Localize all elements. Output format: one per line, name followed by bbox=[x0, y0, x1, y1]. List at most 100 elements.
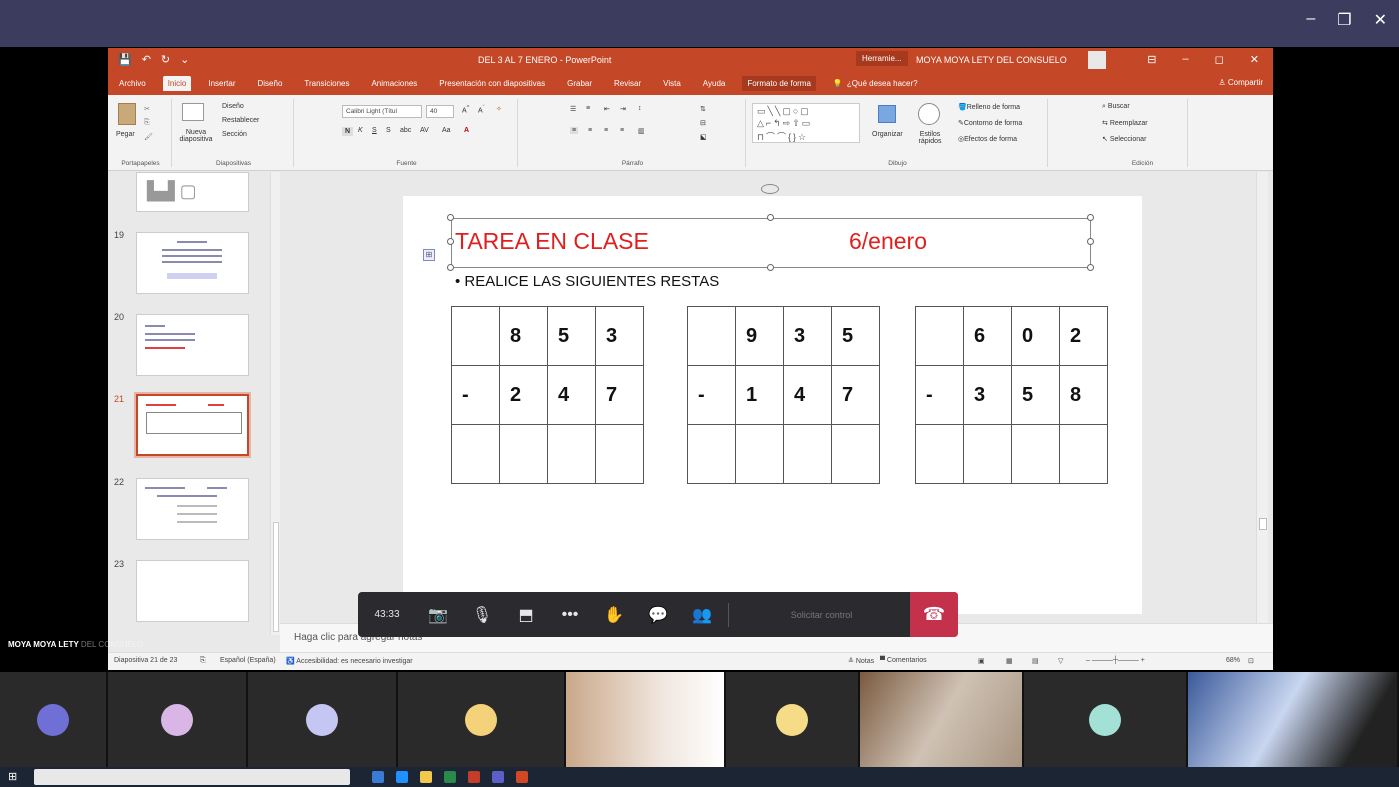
close-button[interactable]: ✕ bbox=[1374, 10, 1387, 30]
strikethrough-icon[interactable]: abc bbox=[400, 127, 411, 134]
resize-handle[interactable] bbox=[447, 264, 454, 271]
participant-video-tile[interactable] bbox=[860, 672, 1024, 767]
tab-ayuda[interactable]: Ayuda bbox=[698, 76, 731, 91]
comments-toggle[interactable]: ▀ Comentarios bbox=[880, 657, 927, 664]
minimize-button[interactable]: – bbox=[1306, 10, 1315, 30]
participant-tile[interactable] bbox=[726, 672, 860, 767]
zoom-slider[interactable]: – ———┼——— + bbox=[1086, 657, 1145, 664]
tab-presentacion[interactable]: Presentación con diapositivas bbox=[434, 76, 550, 91]
font-name-select[interactable]: Calibri Light (Títul bbox=[342, 105, 422, 118]
resize-handle[interactable] bbox=[767, 264, 774, 271]
tab-diseno[interactable]: Diseño bbox=[253, 76, 288, 91]
new-slide-button[interactable]: Nueva diapositiva bbox=[176, 129, 216, 143]
camera-off-icon[interactable]: 📷 bbox=[416, 605, 460, 625]
quick-styles-icon[interactable] bbox=[918, 103, 940, 125]
teams-icon[interactable] bbox=[492, 771, 504, 783]
more-icon[interactable]: ••• bbox=[548, 606, 592, 624]
shape-effects-button[interactable]: ◎Efectos de forma bbox=[958, 135, 1017, 143]
hangup-icon[interactable]: ☎ bbox=[910, 592, 958, 637]
resize-handle[interactable] bbox=[1087, 264, 1094, 271]
customize-qa-icon[interactable]: ⌄ bbox=[180, 53, 189, 66]
undo-icon[interactable]: ↶ bbox=[142, 53, 151, 66]
scrollbar-thumb[interactable] bbox=[273, 522, 279, 632]
clear-format-icon[interactable]: ✧ bbox=[496, 105, 502, 113]
font-size-select[interactable]: 40 bbox=[426, 105, 454, 118]
thumbnail-21-selected[interactable] bbox=[134, 392, 251, 458]
shapes-row-3-icon[interactable]: ⊓⌒⌒{}☆ bbox=[757, 130, 808, 143]
tell-me-search[interactable]: 💡 ¿Qué desea hacer? bbox=[828, 76, 923, 91]
outdent-icon[interactable]: ⇥ bbox=[620, 105, 626, 113]
spacing-icon[interactable]: AV bbox=[420, 127, 429, 134]
resize-handle[interactable] bbox=[447, 214, 454, 221]
copy-icon[interactable]: ⎘ bbox=[144, 119, 150, 127]
rotate-handle-icon[interactable] bbox=[761, 184, 779, 194]
resize-handle[interactable] bbox=[1087, 238, 1094, 245]
paste-icon[interactable] bbox=[118, 103, 136, 125]
task-view-icon[interactable] bbox=[372, 771, 384, 783]
share-button[interactable]: ♙ Compartir bbox=[1218, 78, 1263, 87]
ppt-restore-button[interactable]: ◻ bbox=[1215, 53, 1224, 66]
taskbar-search-input[interactable] bbox=[34, 769, 350, 785]
layout-button[interactable]: Diseño bbox=[222, 103, 244, 110]
layout-options-icon[interactable]: ⊞ bbox=[423, 249, 435, 261]
tab-insertar[interactable]: Insertar bbox=[203, 76, 240, 91]
explorer-icon[interactable] bbox=[420, 771, 432, 783]
chat-icon[interactable]: 💬 bbox=[636, 605, 680, 625]
tab-transiciones[interactable]: Transiciones bbox=[299, 76, 354, 91]
store-icon[interactable] bbox=[444, 771, 456, 783]
text-direction-icon[interactable]: ⇅ bbox=[700, 105, 706, 113]
shapes-row-2-icon[interactable]: △⌐↰⇨⇧▭ bbox=[757, 118, 812, 129]
thumbnail-19[interactable] bbox=[136, 232, 249, 294]
normal-view-icon[interactable]: ▣ bbox=[978, 657, 985, 665]
slide-scrollbar[interactable] bbox=[1256, 172, 1268, 632]
paste-button[interactable]: Pegar bbox=[116, 131, 135, 138]
justify-icon[interactable]: ≡ bbox=[620, 127, 624, 134]
font-color-icon[interactable]: A bbox=[464, 127, 469, 134]
shapes-gallery[interactable]: ▭╲╲▢○▢ △⌐↰⇨⇧▭ ⊓⌒⌒{}☆ bbox=[752, 103, 860, 143]
tab-vista[interactable]: Vista bbox=[658, 76, 686, 91]
participant-video-tile[interactable] bbox=[566, 672, 726, 767]
shapes-row-1-icon[interactable]: ▭╲╲▢○▢ bbox=[757, 106, 811, 117]
participant-tile[interactable] bbox=[0, 672, 108, 767]
accessibility-status[interactable]: ♿ Accesibilidad: es necesario investigar bbox=[286, 657, 413, 665]
reset-button[interactable]: Restablecer bbox=[222, 117, 259, 124]
participant-tile[interactable] bbox=[108, 672, 248, 767]
thumbnail-scrollbar[interactable] bbox=[270, 172, 280, 635]
cut-icon[interactable]: ✂ bbox=[144, 105, 150, 113]
request-control-button[interactable]: Solicitar control bbox=[733, 610, 910, 620]
shrink-font-icon[interactable]: Aˇ bbox=[478, 105, 485, 114]
slide-scrollbar-thumb[interactable] bbox=[1259, 518, 1267, 530]
tab-revisar[interactable]: Revisar bbox=[609, 76, 646, 91]
resize-handle[interactable] bbox=[1087, 214, 1094, 221]
bullets-icon[interactable]: ☰ bbox=[570, 105, 576, 113]
reading-view-icon[interactable]: ▤ bbox=[1032, 657, 1039, 665]
avatar[interactable] bbox=[1088, 51, 1106, 69]
ppt-minimize-button[interactable]: – bbox=[1183, 53, 1189, 66]
underline-icon[interactable]: S bbox=[372, 127, 377, 134]
notes-toggle[interactable]: ≙ Notas bbox=[848, 657, 874, 665]
shadow-icon[interactable]: S bbox=[386, 127, 391, 134]
resize-handle[interactable] bbox=[447, 238, 454, 245]
find-button[interactable]: ⌕ Buscar bbox=[1102, 103, 1130, 111]
thumbnail-18-partial[interactable]: ▙▟ ▢ bbox=[136, 172, 249, 212]
ppt-close-button[interactable]: ✕ bbox=[1250, 53, 1259, 66]
raise-hand-icon[interactable]: ✋ bbox=[592, 605, 636, 625]
tab-grabar[interactable]: Grabar bbox=[562, 76, 597, 91]
shape-outline-button[interactable]: ✎Contorno de forma bbox=[958, 119, 1022, 127]
participant-tile[interactable] bbox=[248, 672, 398, 767]
participant-tile[interactable] bbox=[1024, 672, 1188, 767]
numbering-icon[interactable]: ≡ bbox=[586, 105, 590, 112]
start-icon[interactable]: ⊞ bbox=[8, 770, 17, 783]
participant-tile[interactable] bbox=[398, 672, 566, 767]
thumbnail-23[interactable] bbox=[136, 560, 249, 622]
tab-archivo[interactable]: Archivo bbox=[114, 76, 151, 91]
new-slide-icon[interactable] bbox=[182, 103, 204, 121]
edge-icon[interactable] bbox=[396, 771, 408, 783]
spellcheck-icon[interactable]: ⎘ bbox=[200, 657, 206, 665]
app-icon[interactable] bbox=[468, 771, 480, 783]
redo-icon[interactable]: ↻ bbox=[161, 53, 170, 66]
zoom-level[interactable]: 68% bbox=[1226, 657, 1240, 664]
thumbnail-20[interactable] bbox=[136, 314, 249, 376]
bold-icon[interactable]: N bbox=[342, 127, 354, 136]
participant-video-tile[interactable] bbox=[1188, 672, 1399, 767]
